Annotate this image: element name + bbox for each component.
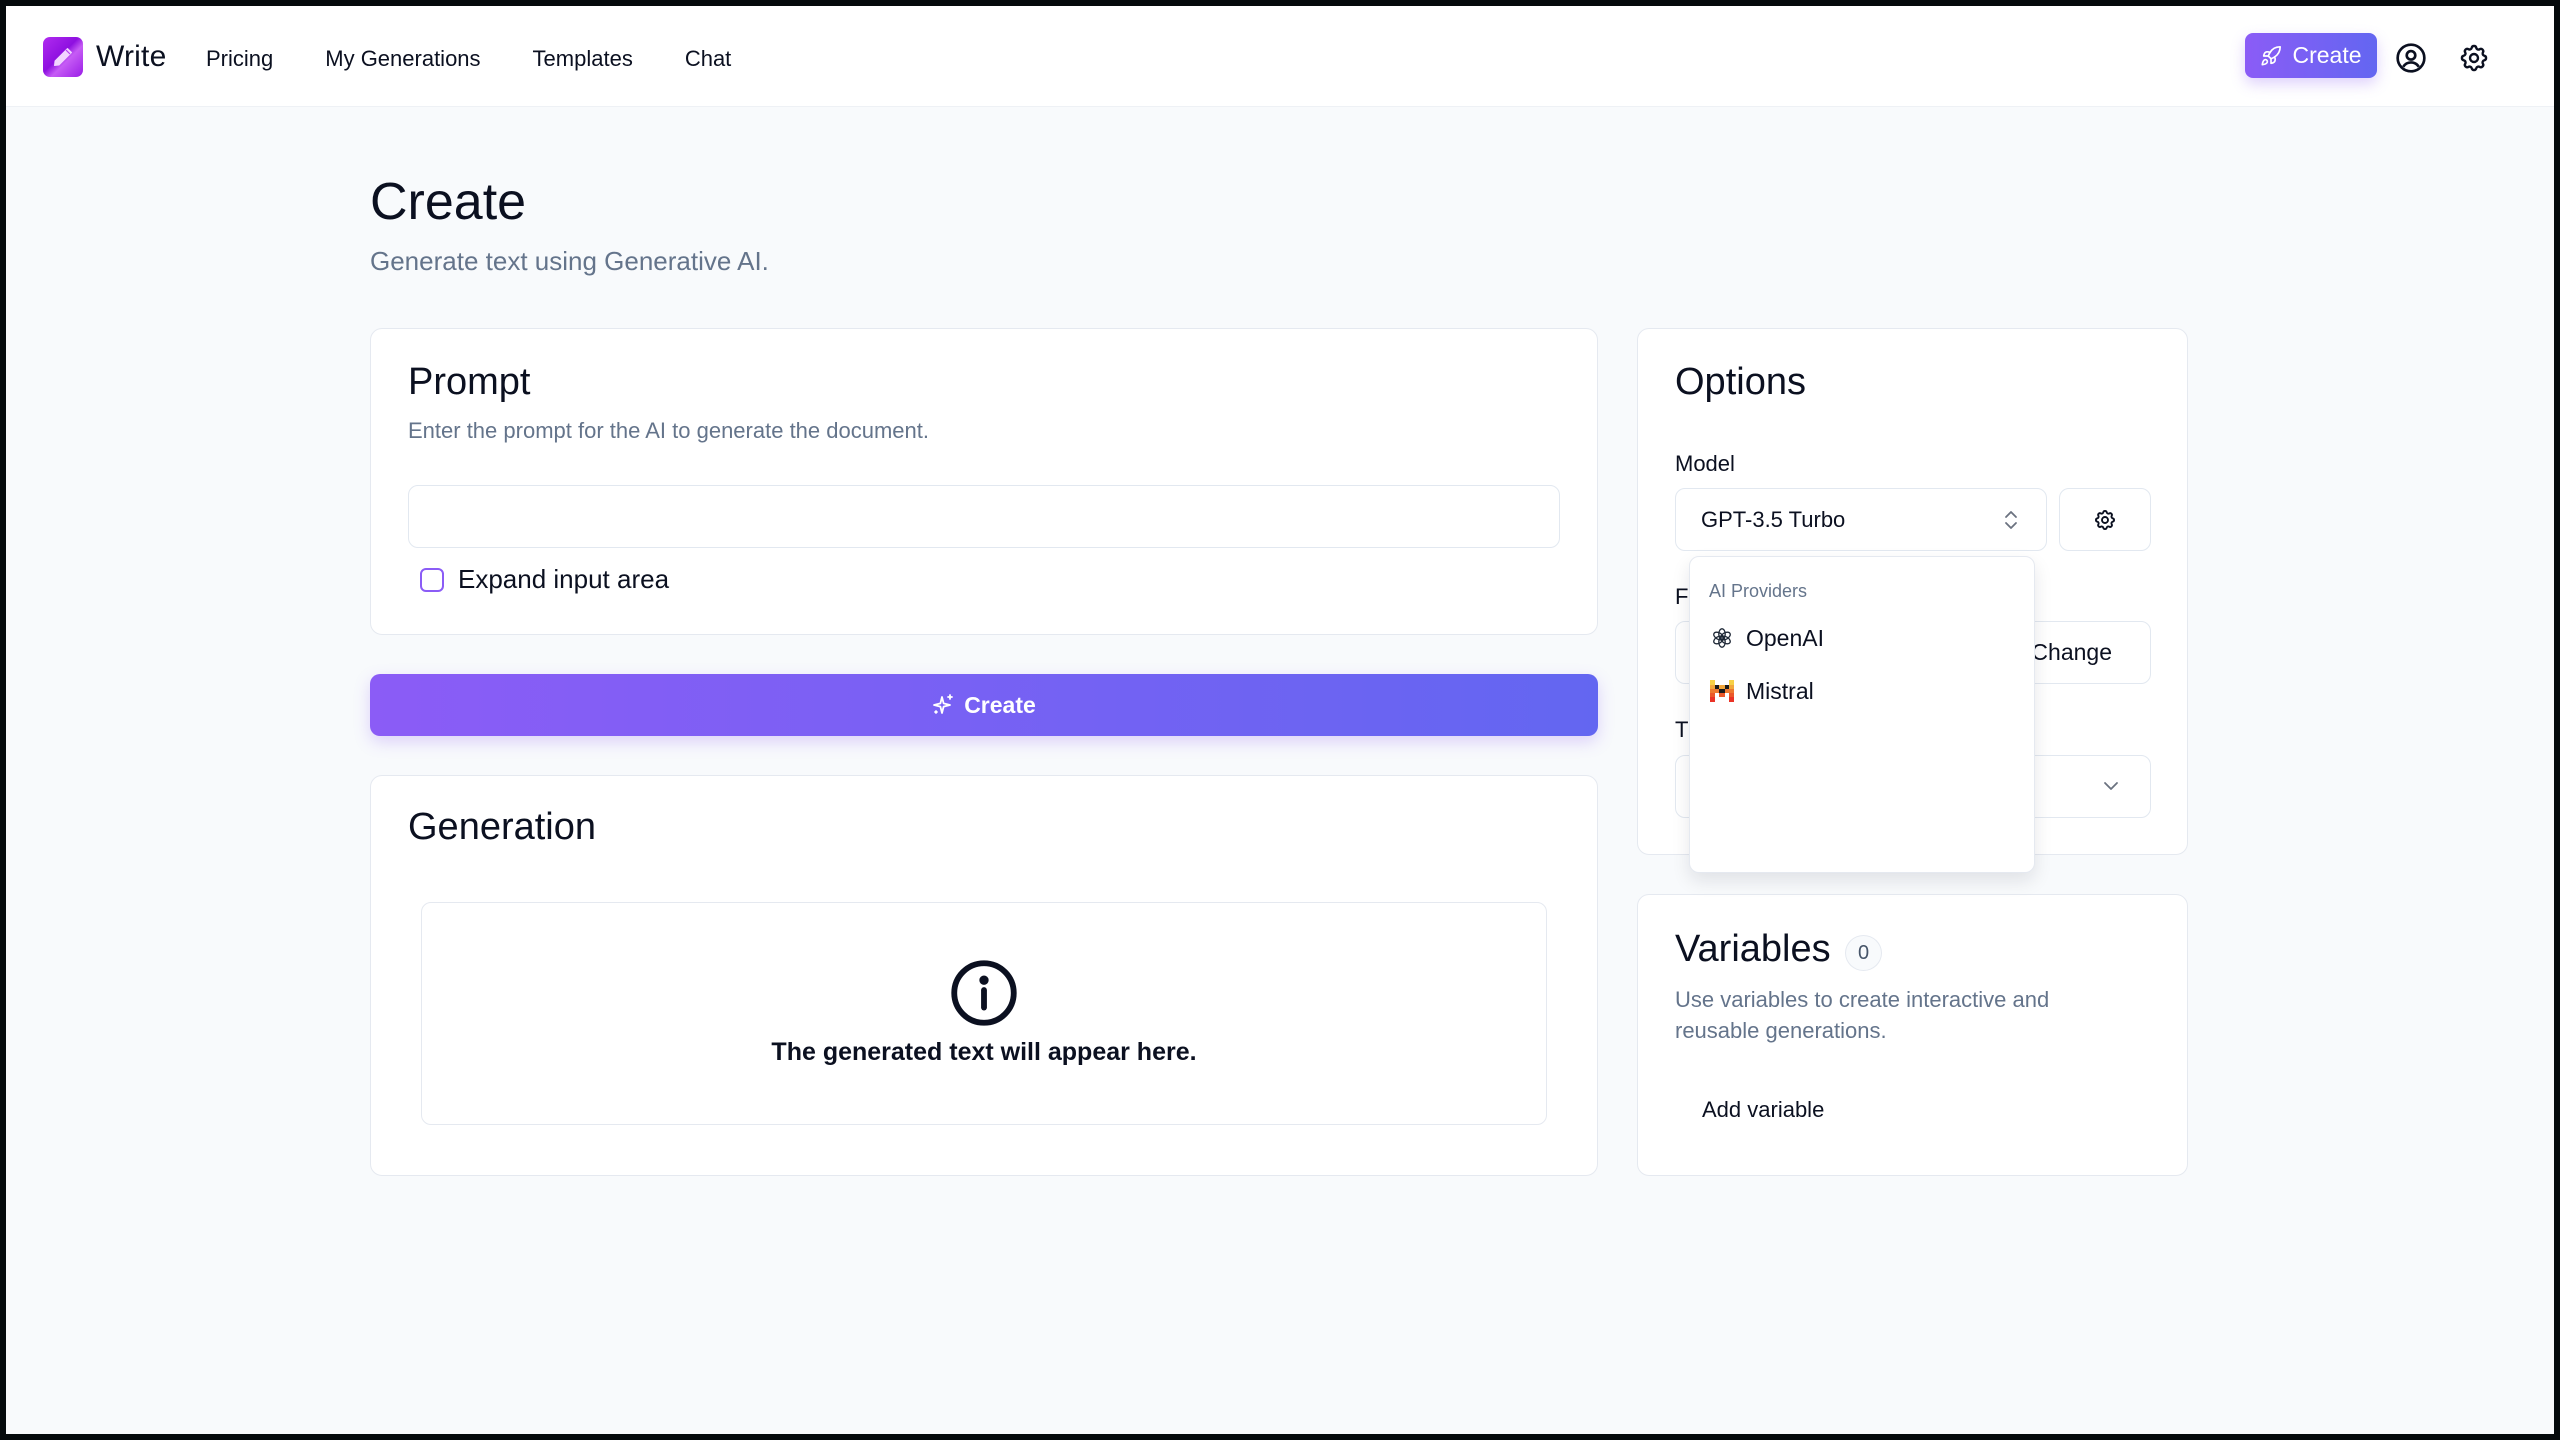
account-button[interactable] bbox=[2395, 42, 2427, 74]
prompt-title: Prompt bbox=[408, 361, 531, 403]
add-variable-button[interactable]: Add variable bbox=[1702, 1097, 1824, 1123]
nav-link-my-generations[interactable]: My Generations bbox=[325, 46, 480, 72]
generation-output-area: The generated text will appear here. bbox=[421, 902, 1547, 1125]
variables-title: Variables bbox=[1675, 928, 1831, 970]
user-circle-icon bbox=[2396, 43, 2426, 73]
app-window: Write Pricing My Generations Templates C… bbox=[6, 6, 2554, 1434]
model-dropdown-menu: AI Providers OpenAI Mistral bbox=[1689, 556, 2035, 873]
dropdown-item-openai-label: OpenAI bbox=[1746, 624, 1824, 651]
expand-input-label[interactable]: Expand input area bbox=[458, 564, 669, 595]
sparkles-icon bbox=[933, 694, 954, 714]
openai-icon bbox=[1713, 628, 1731, 648]
nav-link-pricing[interactable]: Pricing bbox=[206, 46, 273, 72]
generation-title: Generation bbox=[408, 806, 597, 848]
variables-count-badge: 0 bbox=[1845, 935, 1882, 971]
format-label: F bbox=[1675, 584, 1689, 609]
page-title: Create bbox=[370, 173, 527, 231]
brand-name[interactable]: Write bbox=[96, 40, 166, 74]
variables-description: Use variables to create interactive and … bbox=[1675, 987, 2050, 1043]
prompt-card: Prompt Enter the prompt for the AI to ge… bbox=[370, 328, 1598, 635]
nav-link-templates[interactable]: Templates bbox=[533, 46, 633, 72]
prompt-description: Enter the prompt for the AI to generate … bbox=[408, 418, 929, 443]
dropdown-item-mistral[interactable]: Mistral bbox=[1698, 668, 2026, 714]
generation-empty-text: The generated text will appear here. bbox=[771, 1038, 1197, 1066]
prompt-input[interactable] bbox=[408, 485, 1560, 548]
write-logo-icon[interactable] bbox=[43, 37, 83, 77]
header-create-button[interactable]: Create bbox=[2245, 33, 2377, 78]
model-select-value: GPT-3.5 Turbo bbox=[1701, 507, 1846, 532]
page-subtitle: Generate text using Generative AI. bbox=[370, 246, 769, 276]
nav-link-chat[interactable]: Chat bbox=[685, 46, 731, 72]
settings-button[interactable] bbox=[2458, 42, 2490, 74]
model-select[interactable]: GPT-3.5 Turbo bbox=[1675, 488, 2047, 551]
info-icon bbox=[951, 960, 1017, 1026]
gear-icon bbox=[2460, 44, 2488, 72]
header-create-label: Create bbox=[2292, 42, 2362, 68]
model-settings-button[interactable] bbox=[2059, 488, 2151, 551]
top-nav-bar: Write Pricing My Generations Templates C… bbox=[6, 6, 2554, 107]
gear-icon bbox=[2095, 509, 2115, 530]
create-generation-button[interactable]: Create bbox=[370, 674, 1598, 736]
expand-input-checkbox[interactable] bbox=[420, 568, 444, 592]
mistral-icon bbox=[1710, 680, 1734, 702]
variables-card: Variables 0 Use variables to create inte… bbox=[1637, 894, 2188, 1176]
chevron-down-icon bbox=[2104, 782, 2118, 790]
pencil-icon bbox=[54, 48, 72, 66]
dropdown-item-mistral-label: Mistral bbox=[1746, 677, 1814, 704]
main-nav: Pricing My Generations Templates Chat bbox=[206, 46, 783, 72]
chevron-up-down-icon bbox=[2005, 511, 2017, 529]
create-generation-label: Create bbox=[964, 691, 1036, 718]
third-option-label: T bbox=[1675, 717, 1689, 742]
rocket-icon bbox=[2261, 45, 2282, 66]
generation-card: Generation The generated text will appea… bbox=[370, 775, 1598, 1176]
model-label: Model bbox=[1675, 451, 1735, 476]
dropdown-group-label: AI Providers bbox=[1709, 581, 1808, 601]
options-title: Options bbox=[1675, 361, 1806, 403]
dropdown-item-openai[interactable]: OpenAI bbox=[1698, 615, 2026, 661]
change-button[interactable]: Change bbox=[2031, 639, 2112, 666]
